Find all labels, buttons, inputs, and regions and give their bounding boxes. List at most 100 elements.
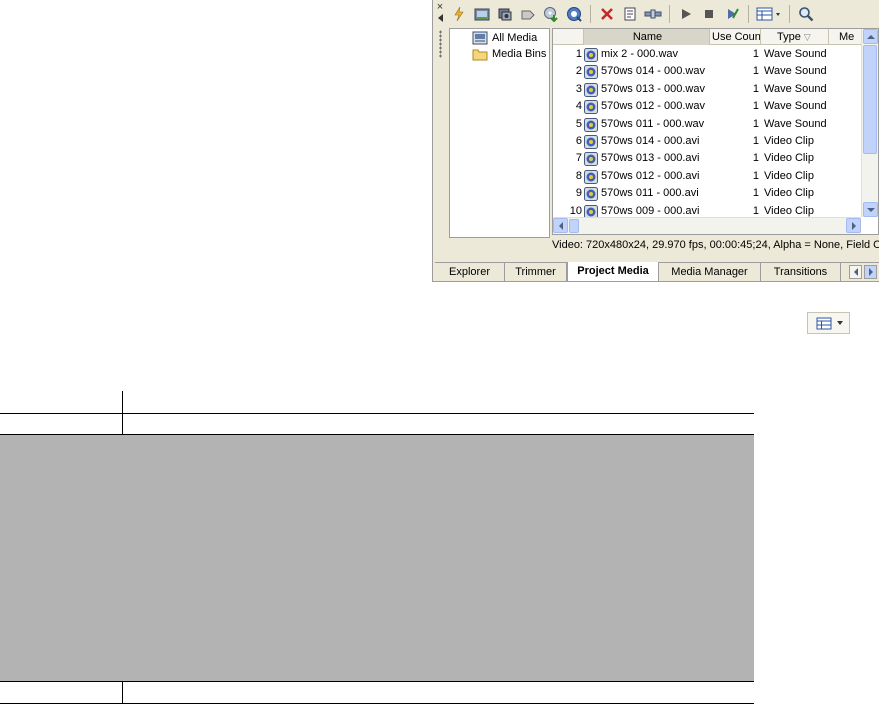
- get-photo-icon[interactable]: [518, 4, 538, 24]
- scroll-down-icon: [866, 207, 875, 212]
- web-search-icon[interactable]: [564, 4, 584, 24]
- dock-collapse-icon[interactable]: [437, 14, 443, 22]
- column-header-use-count[interactable]: Use Count: [710, 29, 761, 45]
- horizontal-scroll-thumb[interactable]: [569, 219, 579, 233]
- scroll-left-icon: [558, 221, 563, 230]
- media-name: 570ws 013 - 000.avi: [601, 152, 700, 165]
- tree-item-label: Media Bins: [492, 48, 547, 60]
- table-row[interactable]: 4 570ws 012 - 000.wav 1 Wave Sound: [553, 98, 861, 115]
- media-toolbar: [449, 2, 879, 26]
- use-count: 1: [752, 152, 759, 165]
- tab-scroll-left-button[interactable]: [849, 265, 862, 279]
- media-name: 570ws 011 - 000.avi: [601, 187, 699, 200]
- capture-video-icon[interactable]: [472, 4, 492, 24]
- search-icon[interactable]: [796, 4, 816, 24]
- tab-trimmer[interactable]: Trimmer: [505, 263, 567, 282]
- table-row[interactable]: 1 mix 2 - 000.wav 1 Wave Sound: [553, 46, 861, 63]
- use-count: 1: [752, 135, 759, 147]
- table-row[interactable]: 7 570ws 013 - 000.avi 1 Video Clip: [553, 150, 861, 167]
- tab-explorer[interactable]: Explorer: [435, 263, 505, 282]
- table-row[interactable]: 9 570ws 011 - 000.avi 1 Video Clip: [553, 185, 861, 202]
- folder-icon: [472, 49, 488, 61]
- tree-item-all-media[interactable]: All Media: [472, 30, 537, 46]
- dock-grip-handle[interactable]: [438, 30, 442, 58]
- row-number: 4: [575, 100, 582, 113]
- import-media-icon[interactable]: [449, 4, 469, 24]
- row-number: 3: [575, 82, 582, 95]
- table-row[interactable]: 2 570ws 014 - 000.wav 1 Wave Sound: [553, 63, 861, 80]
- table-row[interactable]: 8 570ws 012 - 000.avi 1 Video Clip: [553, 168, 861, 185]
- properties-icon[interactable]: [620, 4, 640, 24]
- tab-scroll-right-button[interactable]: [864, 265, 877, 279]
- stop-icon[interactable]: [699, 4, 719, 24]
- window-tab-bar: Explorer Trimmer Project Media Media Man…: [435, 262, 879, 282]
- table-row[interactable]: 6 570ws 014 - 000.avi 1 Video Clip: [553, 133, 861, 150]
- scroll-up-button[interactable]: [863, 29, 878, 44]
- use-count: 1: [752, 48, 759, 60]
- media-type: Wave Sound: [764, 65, 827, 78]
- media-type: Wave Sound: [764, 100, 827, 113]
- use-count: 1: [752, 100, 759, 113]
- remove-icon[interactable]: [597, 4, 617, 24]
- tab-transitions[interactable]: Transitions: [761, 263, 841, 282]
- media-bin-tree: All Media Media Bins: [449, 28, 550, 238]
- get-media-icon[interactable]: [495, 4, 515, 24]
- media-file-icon: [584, 135, 598, 149]
- views-icon[interactable]: [755, 4, 783, 24]
- scroll-right-icon: [851, 221, 856, 230]
- row-number: 6: [575, 135, 582, 147]
- media-name: 570ws 012 - 000.avi: [601, 169, 700, 182]
- tree-item-media-bins[interactable]: Media Bins: [472, 46, 546, 62]
- table-row[interactable]: 5 570ws 011 - 000.wav 1 Wave Sound: [553, 116, 861, 133]
- dock-bar: ×: [433, 0, 447, 260]
- scroll-up-icon: [866, 34, 875, 39]
- table-row-divider: [0, 413, 754, 414]
- table-row[interactable]: 3 570ws 013 - 000.wav 1 Wave Sound: [553, 81, 861, 98]
- views-button[interactable]: [807, 312, 850, 334]
- tab-project-media[interactable]: Project Media: [567, 262, 659, 281]
- tab-scroll-right-icon: [868, 268, 873, 276]
- media-list: Name Use Count Type ▽ Me 1 mix 2 - 000.wa…: [552, 28, 879, 235]
- auto-preview-icon[interactable]: [722, 4, 742, 24]
- toolbar-separator: [590, 5, 591, 23]
- use-count: 1: [752, 169, 759, 182]
- media-type: Video Clip: [764, 187, 814, 200]
- use-count: 1: [752, 187, 759, 200]
- media-properties-status: Video: 720x480x24, 29.970 fps, 00:00:45;…: [552, 239, 879, 251]
- media-file-icon: [584, 152, 598, 167]
- media-name: 570ws 012 - 000.wav: [601, 100, 705, 113]
- sort-indicator-icon: ▽: [803, 32, 811, 42]
- media-type: Wave Sound: [764, 82, 827, 95]
- scroll-right-button[interactable]: [846, 218, 861, 233]
- media-name: 570ws 014 - 000.wav: [601, 65, 705, 78]
- row-number: 5: [575, 117, 582, 130]
- tree-item-label: All Media: [492, 32, 538, 44]
- row-number: 2: [575, 65, 582, 78]
- media-file-icon: [584, 100, 598, 115]
- column-header-number[interactable]: [553, 29, 584, 45]
- tab-media-manager[interactable]: Media Manager: [659, 263, 761, 282]
- media-type: Wave Sound: [764, 117, 827, 130]
- row-number: 9: [575, 187, 582, 200]
- vertical-scroll-thumb[interactable]: [863, 45, 877, 154]
- all-media-icon: [472, 31, 488, 45]
- media-name: mix 2 - 000.wav: [601, 48, 679, 60]
- column-header-type[interactable]: Type ▽: [761, 29, 829, 45]
- scroll-left-button[interactable]: [553, 218, 568, 233]
- extract-audio-icon[interactable]: [541, 4, 561, 24]
- table-row-divider: [0, 434, 754, 435]
- dock-close-icon[interactable]: ×: [437, 2, 443, 13]
- media-file-icon: [584, 169, 598, 184]
- media-name: 570ws 013 - 000.wav: [601, 82, 705, 95]
- list-header: Name Use Count Type ▽ Me: [553, 29, 861, 45]
- play-icon[interactable]: [676, 4, 696, 24]
- tab-scroll-left-icon: [853, 268, 858, 276]
- column-header-name[interactable]: Name: [584, 29, 710, 45]
- row-number: 1: [575, 48, 582, 60]
- scroll-down-button[interactable]: [863, 202, 878, 217]
- use-count: 1: [752, 82, 759, 95]
- media-fx-icon[interactable]: [643, 4, 663, 24]
- toolbar-separator: [669, 5, 670, 23]
- vertical-scrollbar[interactable]: [861, 29, 878, 217]
- horizontal-scrollbar[interactable]: [553, 217, 861, 234]
